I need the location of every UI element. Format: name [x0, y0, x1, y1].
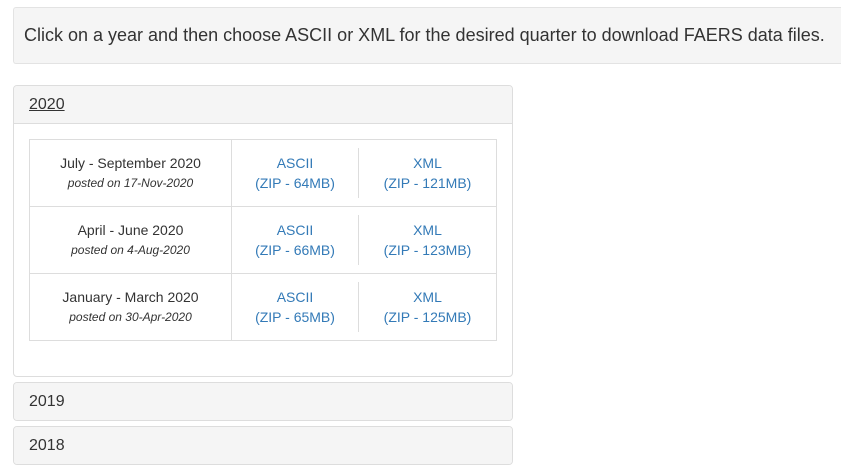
xml-download-link[interactable]: XML (ZIP - 123MB): [359, 215, 496, 265]
quarter-name: January - March 2020: [62, 289, 199, 305]
year-heading-2019[interactable]: 2019: [14, 383, 512, 420]
year-link-2019[interactable]: 2019: [29, 393, 65, 410]
xml-label[interactable]: XML: [359, 287, 496, 307]
year-heading-2018[interactable]: 2018: [14, 427, 512, 464]
ascii-size[interactable]: (ZIP - 65MB): [232, 307, 358, 327]
instructions-text: Click on a year and then choose ASCII or…: [24, 25, 825, 45]
xml-download-link[interactable]: XML (ZIP - 125MB): [359, 282, 496, 332]
posted-date: posted on 30-Apr-2020: [69, 310, 192, 324]
year-panel-2019: 2019: [13, 382, 513, 421]
table-row: April - June 2020 posted on 4-Aug-2020 A…: [29, 206, 497, 274]
table-row: January - March 2020 posted on 30-Apr-20…: [29, 273, 497, 341]
download-links-cell: ASCII (ZIP - 66MB) XML (ZIP - 123MB): [231, 206, 497, 274]
quarter-name: July - September 2020: [60, 155, 201, 171]
xml-label[interactable]: XML: [359, 153, 496, 173]
table-row: July - September 2020 posted on 17-Nov-2…: [29, 139, 497, 207]
xml-size[interactable]: (ZIP - 123MB): [359, 240, 496, 260]
year-panel-2020: 2020 July - September 2020 posted on 17-…: [13, 85, 513, 377]
ascii-label[interactable]: ASCII: [232, 220, 358, 240]
ascii-label[interactable]: ASCII: [232, 153, 358, 173]
xml-label[interactable]: XML: [359, 220, 496, 240]
download-links-cell: ASCII (ZIP - 65MB) XML (ZIP - 125MB): [231, 273, 497, 341]
ascii-size[interactable]: (ZIP - 66MB): [232, 240, 358, 260]
ascii-download-link[interactable]: ASCII (ZIP - 66MB): [232, 215, 359, 265]
ascii-label[interactable]: ASCII: [232, 287, 358, 307]
year-link-2020[interactable]: 2020: [29, 96, 65, 113]
quarters-table-2020: July - September 2020 posted on 17-Nov-2…: [29, 139, 497, 341]
quarter-cell: January - March 2020 posted on 30-Apr-20…: [29, 273, 232, 341]
year-heading-2020[interactable]: 2020: [14, 86, 512, 124]
year-panel-2018: 2018: [13, 426, 513, 465]
ascii-download-link[interactable]: ASCII (ZIP - 65MB): [232, 282, 359, 332]
year-link-2018[interactable]: 2018: [29, 437, 65, 454]
xml-size[interactable]: (ZIP - 121MB): [359, 173, 496, 193]
quarter-name: April - June 2020: [77, 222, 184, 238]
download-links-cell: ASCII (ZIP - 64MB) XML (ZIP - 121MB): [231, 139, 497, 207]
posted-date: posted on 4-Aug-2020: [71, 243, 190, 257]
quarter-cell: April - June 2020 posted on 4-Aug-2020: [29, 206, 232, 274]
quarter-cell: July - September 2020 posted on 17-Nov-2…: [29, 139, 232, 207]
ascii-size[interactable]: (ZIP - 64MB): [232, 173, 358, 193]
ascii-download-link[interactable]: ASCII (ZIP - 64MB): [232, 148, 359, 198]
instructions-banner: Click on a year and then choose ASCII or…: [13, 7, 841, 64]
posted-date: posted on 17-Nov-2020: [67, 176, 194, 190]
xml-download-link[interactable]: XML (ZIP - 121MB): [359, 148, 496, 198]
xml-size[interactable]: (ZIP - 125MB): [359, 307, 496, 327]
